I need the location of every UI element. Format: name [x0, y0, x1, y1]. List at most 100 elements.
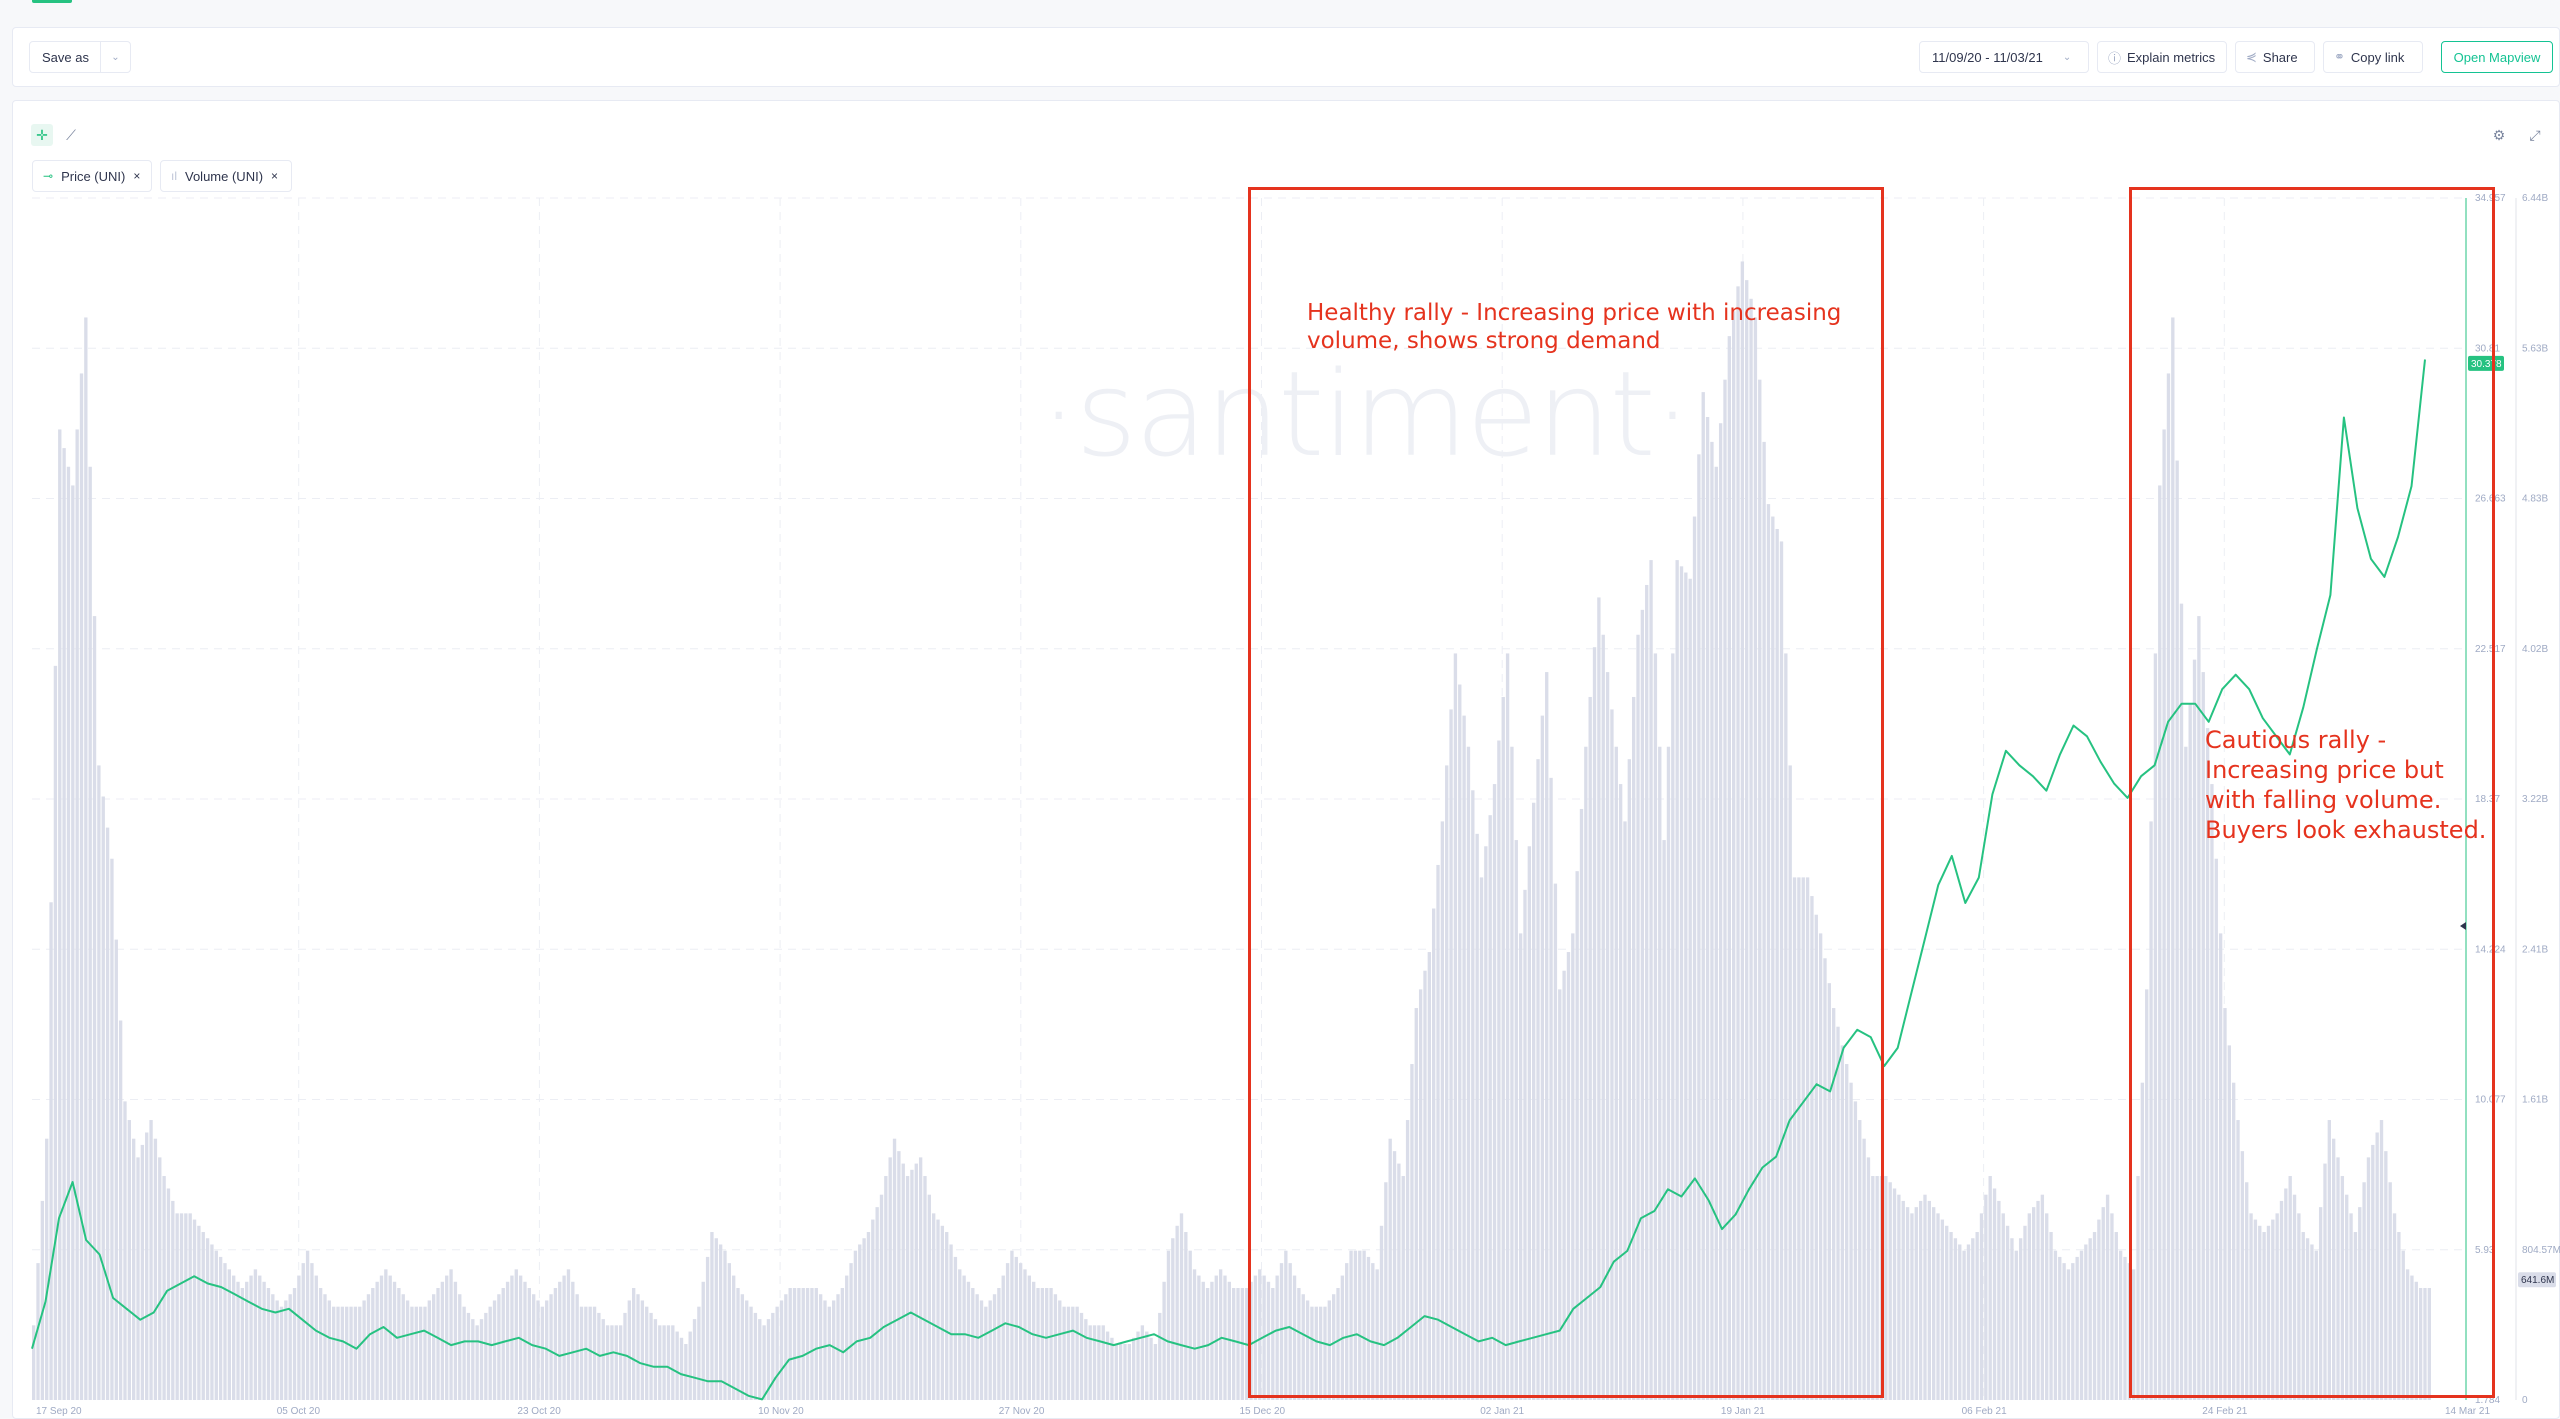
volume-bar — [927, 1194, 931, 1400]
volume-bar — [679, 1337, 684, 1400]
volume-bar — [601, 1319, 605, 1400]
volume-bar — [1923, 1194, 1927, 1400]
volume-bar — [997, 1288, 1001, 1400]
volume-bar — [558, 1281, 562, 1400]
volume-axis-tick: 1.61B — [2522, 1095, 2548, 1106]
volume-bar — [1427, 952, 1431, 1400]
volume-bar — [745, 1300, 749, 1400]
volume-bar — [636, 1294, 640, 1400]
price-axis-tick: 10.077 — [2475, 1095, 2506, 1106]
volume-bar — [1123, 1344, 1127, 1400]
volume-bar — [1532, 802, 1536, 1400]
volume-bar — [1497, 740, 1501, 1400]
volume-bar — [923, 1176, 927, 1400]
axis-pointer-icon — [2460, 922, 2466, 930]
volume-bar — [1618, 784, 1623, 1400]
volume-bar — [910, 1169, 914, 1400]
volume-bar — [284, 1300, 288, 1400]
volume-axis-tick: 0 — [2522, 1395, 2528, 1406]
volume-bar — [845, 1275, 849, 1400]
volume-bar — [1166, 1250, 1171, 1400]
volume-bar — [223, 1263, 227, 1400]
volume-bar — [1732, 311, 1736, 1400]
volume-bar — [1684, 572, 1688, 1400]
volume-bar — [1992, 1188, 1997, 1400]
volume-bar — [1479, 877, 1484, 1400]
volume-bar — [340, 1306, 345, 1400]
volume-bar — [962, 1275, 966, 1400]
volume-bar — [671, 1325, 675, 1400]
volume-bar — [705, 1256, 710, 1400]
volume-bar — [514, 1269, 518, 1400]
volume-bar — [2240, 1151, 2245, 1400]
volume-bar — [1627, 759, 1631, 1400]
volume-bar — [675, 1331, 679, 1400]
volume-bar — [1597, 597, 1601, 1400]
volume-bar — [2405, 1269, 2410, 1400]
volume-bar — [1075, 1306, 1079, 1400]
volume-bar — [645, 1306, 649, 1400]
volume-bar — [1910, 1213, 1914, 1400]
volume-bar — [2253, 1219, 2258, 1400]
price-volume-chart[interactable]: 34.957 6.44B 30.81 5.63B 26.663 4.83B 22.517 4.… — [0, 0, 2560, 1419]
volume-bar — [562, 1275, 566, 1400]
volume-bar — [888, 1157, 892, 1400]
volume-bar — [2279, 1200, 2284, 1400]
volume-bar — [2362, 1182, 2366, 1400]
volume-bar — [1471, 790, 1475, 1400]
volume-bar — [2349, 1213, 2353, 1400]
volume-bar — [953, 1256, 958, 1400]
volume-bar — [2110, 1213, 2114, 1400]
volume-bar — [2353, 1232, 2358, 1400]
volume-bar — [697, 1306, 701, 1400]
x-axis-tick: 15 Dec 20 — [1240, 1406, 1286, 1417]
volume-bar — [1301, 1294, 1305, 1400]
volume-bar — [892, 1138, 897, 1400]
volume-bar — [2171, 317, 2175, 1401]
volume-bar — [1636, 634, 1640, 1400]
volume-bar — [1814, 914, 1818, 1400]
volume-bar — [1988, 1176, 1992, 1400]
volume-bar — [1023, 1269, 1027, 1400]
volume-bar — [2062, 1263, 2066, 1400]
volume-bar — [1397, 1163, 1401, 1400]
volume-bar — [362, 1300, 366, 1400]
volume-bar — [984, 1306, 988, 1400]
volume-bar — [584, 1306, 588, 1400]
volume-bar — [1523, 889, 1527, 1400]
volume-bar — [1005, 1263, 1010, 1400]
volume-bar — [1488, 815, 1492, 1400]
volume-bar — [1762, 441, 1766, 1401]
volume-bar — [1918, 1200, 1923, 1400]
volume-bar — [884, 1176, 888, 1400]
volume-bar — [858, 1244, 862, 1400]
volume-bar — [1971, 1238, 1975, 1400]
volume-bar — [1440, 821, 1445, 1400]
volume-bar — [1984, 1194, 1988, 1400]
volume-bar — [610, 1325, 614, 1400]
volume-bar — [849, 1263, 853, 1400]
volume-bar — [1658, 746, 1662, 1400]
volume-bar — [1897, 1194, 1901, 1400]
volume-bar — [292, 1288, 297, 1400]
volume-bar — [162, 1176, 166, 1400]
volume-bar — [2218, 933, 2223, 1400]
volume-bar — [1018, 1263, 1023, 1400]
volume-bar — [118, 1020, 123, 1400]
x-axis-tick: 10 Nov 20 — [758, 1406, 804, 1417]
volume-bar — [1584, 746, 1588, 1400]
volume-axis-tick: 6.44B — [2522, 193, 2548, 204]
volume-bar — [1284, 1250, 1288, 1400]
volume-bar — [605, 1325, 610, 1400]
price-line — [31, 359, 2426, 1401]
volume-bar — [2227, 1045, 2231, 1400]
volume-bar — [1932, 1207, 1936, 1400]
volume-bar — [1705, 416, 1710, 1400]
volume-bar — [1975, 1232, 1979, 1400]
volume-axis-tick: 4.83B — [2522, 494, 2548, 505]
volume-bar — [579, 1306, 584, 1400]
volume-bar — [1884, 1176, 1888, 1400]
volume-bar — [1858, 1120, 1862, 1400]
volume-bar — [1266, 1281, 1271, 1400]
volume-bar — [66, 466, 71, 1401]
